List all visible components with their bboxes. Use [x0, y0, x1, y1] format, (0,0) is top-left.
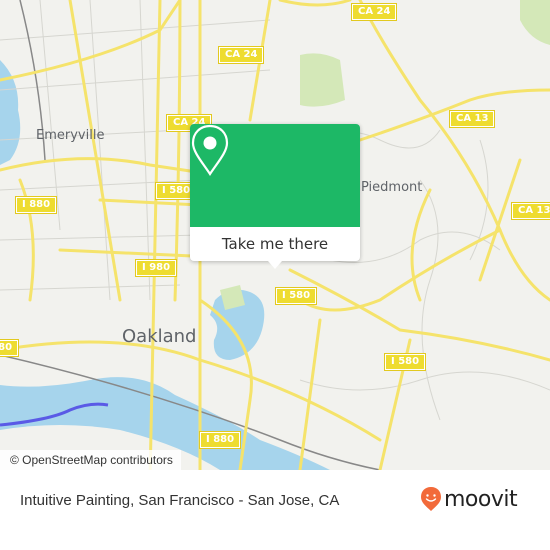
brand-name: moovit [444, 486, 518, 512]
location-title: Intuitive Painting, San Francisco - San … [20, 492, 340, 509]
road-shield-i980: I 980 [134, 259, 178, 277]
road-shield-ca24: CA 24 [217, 46, 265, 64]
road-shield-i580: I 580 [274, 287, 318, 305]
map-view[interactable]: Emeryville Piedmont Oakland CA 24 CA 24 … [0, 0, 550, 470]
road-shield-i880: I 880 [14, 196, 58, 214]
road-shield-i580: I 580 [0, 339, 20, 357]
map-attribution[interactable]: © OpenStreetMap contributors [0, 450, 181, 470]
footer: Intuitive Painting, San Francisco - San … [0, 470, 550, 550]
moovit-pin-icon [421, 487, 441, 511]
location-pin-icon [191, 124, 229, 176]
park [300, 53, 345, 107]
popup-header [190, 124, 360, 227]
road-shield-ca24: CA 24 [350, 3, 398, 21]
road-shield-ca13: CA 13 [510, 202, 550, 220]
popup-tail [268, 261, 282, 269]
location-popup: Take me there [190, 124, 360, 269]
road-shield-i580: I 580 [383, 353, 427, 371]
place-label-oakland: Oakland [122, 326, 197, 347]
moovit-logo[interactable]: moovit [420, 486, 518, 512]
place-label-piedmont: Piedmont [361, 180, 423, 195]
road-shield-ca13: CA 13 [448, 110, 496, 128]
place-label-emeryville: Emeryville [36, 128, 105, 143]
road-shield-i880: I 880 [198, 431, 242, 449]
take-me-there-button[interactable]: Take me there [190, 227, 360, 261]
park [520, 0, 550, 45]
